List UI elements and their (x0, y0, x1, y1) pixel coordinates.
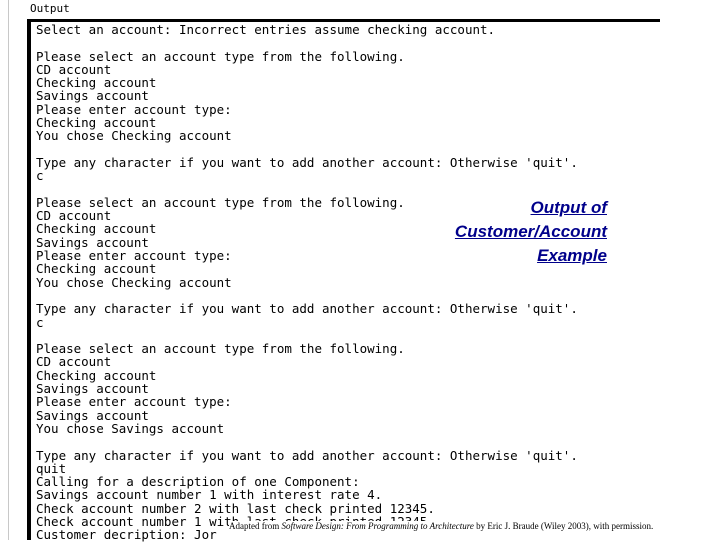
console-line: CD account (36, 354, 112, 370)
console-line: Type any character if you want to add an… (36, 154, 578, 170)
console-line: Please enter account type: (36, 394, 232, 410)
console-pane-left-border (27, 22, 31, 540)
console-line: Checking account (36, 367, 157, 383)
console-line: Savings account (36, 88, 149, 104)
console-line: Please select an account type from the f… (36, 341, 405, 357)
console-line: quit (36, 460, 67, 476)
slide-canvas: Output Select an account: Incorrect entr… (0, 0, 720, 542)
attribution-suffix: by Eric J. Braude (Wiley 2003), with per… (473, 521, 654, 531)
console-line: Select an account: Incorrect entries ass… (36, 22, 496, 37)
attribution-book-title: Software Design: From Programming to Arc… (281, 521, 474, 531)
console-output-text: Select an account: Incorrect entries ass… (36, 23, 636, 542)
console-line: c (36, 168, 44, 184)
attribution-footer: Adapted from Software Design: From Progr… (229, 521, 717, 532)
console-line: You chose Checking account (36, 274, 232, 290)
console-line: Savings account number 1 with interest r… (36, 487, 383, 503)
console-line: Checking account (36, 115, 157, 131)
console-line: Please select an account type from the f… (36, 48, 405, 64)
callout-line-1: Output of (530, 198, 607, 217)
console-line: Type any character if you want to add an… (36, 447, 578, 463)
callout-line-3: Example (537, 246, 607, 265)
console-line: Please enter account type: (36, 101, 232, 117)
console-line: Savings account (36, 381, 149, 397)
output-window-label: Output (30, 2, 70, 15)
console-line: Savings account (36, 407, 149, 423)
console-line: Type any character if you want to add an… (36, 301, 578, 317)
console-line: c (36, 314, 44, 330)
slide-left-rule (8, 0, 9, 540)
console-line: CD account (36, 61, 112, 77)
attribution-prefix: Adapted from (229, 521, 282, 531)
console-line: You chose Savings account (36, 420, 225, 436)
callout-line-2: Customer/Account (454, 222, 607, 241)
console-line: You chose Checking account (36, 128, 232, 144)
console-line: Checking account (36, 75, 157, 91)
callout-heading: Output of Customer/Account Example (395, 196, 607, 268)
console-line: Calling for a description of one Compone… (36, 474, 360, 490)
console-line: Check account number 2 with last check p… (36, 500, 435, 516)
